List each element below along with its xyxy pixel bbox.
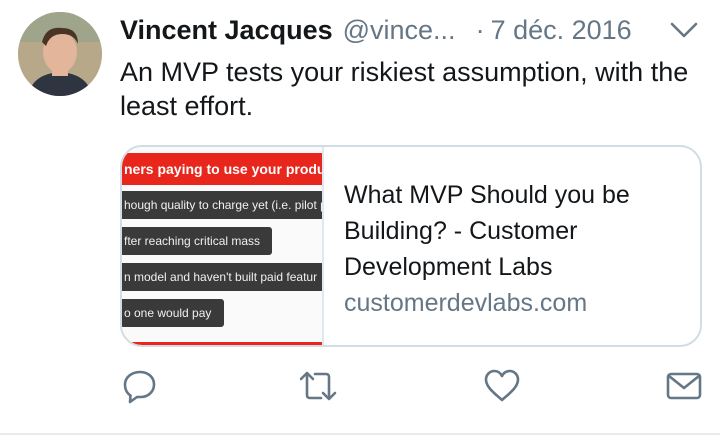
chevron-down-icon[interactable] <box>668 16 700 44</box>
card-image-pill: fter reaching critical mass <box>122 227 272 255</box>
card-domain: customerdevlabs.com <box>344 289 588 317</box>
card-image-pill: hough quality to charge yet (i.e. pilot … <box>122 191 322 219</box>
tweet-divider <box>0 433 720 435</box>
direct-message-icon[interactable] <box>664 366 704 406</box>
like-icon[interactable] <box>482 366 522 406</box>
author-handle[interactable]: @vince... <box>343 15 456 46</box>
tweet-text: An MVP tests your riskiest assumption, w… <box>120 57 689 121</box>
link-card[interactable]: ners paying to use your product hough qu… <box>120 145 702 347</box>
card-image: ners paying to use your product hough qu… <box>122 147 324 345</box>
avatar[interactable] <box>18 12 102 96</box>
reply-icon[interactable] <box>120 366 160 406</box>
card-image-pill: o one would pay <box>122 299 224 327</box>
tweet: Vincent Jacques @vince... · 7 déc. 2016 … <box>0 0 720 440</box>
author-name[interactable]: Vincent Jacques <box>120 15 333 46</box>
retweet-icon[interactable] <box>298 366 338 406</box>
card-title: What MVP Should you be Building? - Custo… <box>344 181 630 281</box>
separator-dot: · <box>475 14 485 45</box>
tweet-date[interactable]: 7 déc. 2016 <box>491 15 632 46</box>
card-image-divider <box>122 342 322 345</box>
card-image-banner: ners paying to use your product <box>122 153 322 185</box>
tweet-actions <box>120 366 710 410</box>
card-image-pill: n model and haven't built paid featur <box>122 263 322 291</box>
card-body: What MVP Should you be Building? - Custo… <box>324 147 700 345</box>
tweet-header: Vincent Jacques @vince... · 7 déc. 2016 <box>120 12 710 48</box>
